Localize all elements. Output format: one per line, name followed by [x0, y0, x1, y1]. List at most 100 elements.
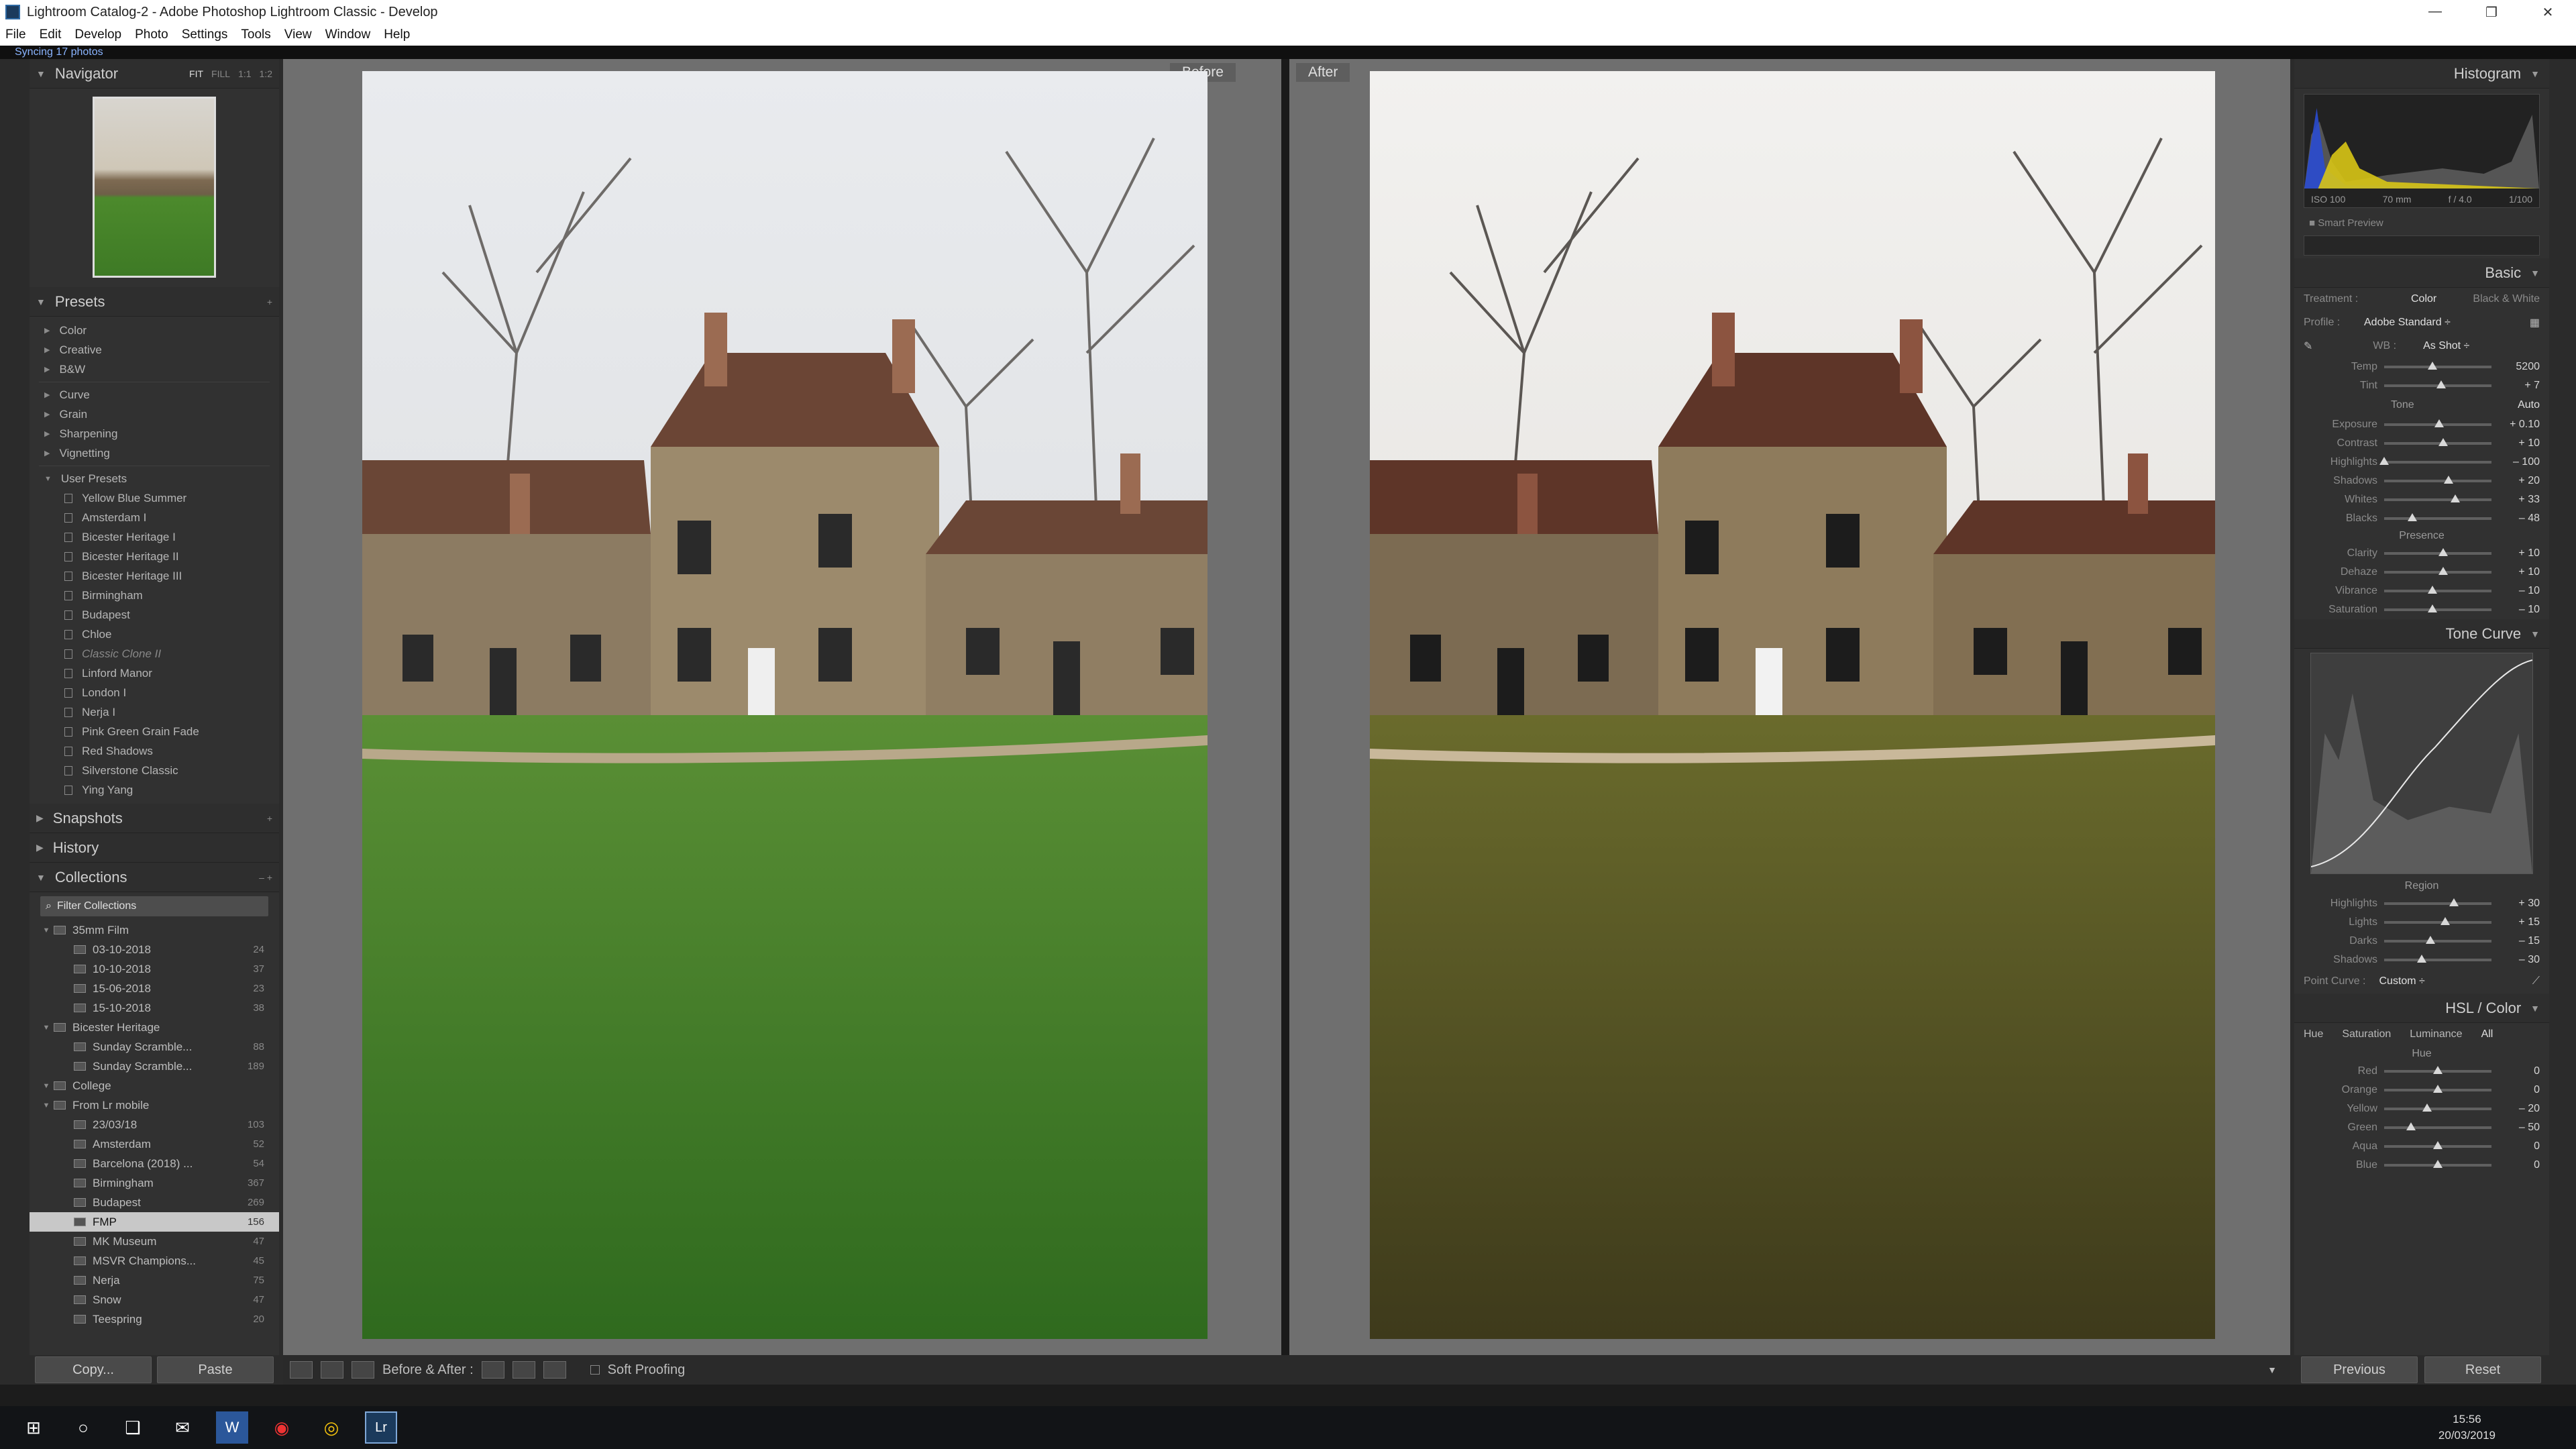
- preset-item[interactable]: Bicester Heritage II: [30, 547, 279, 566]
- collection-item[interactable]: 15-06-2018 23: [30, 979, 279, 998]
- collection-item[interactable]: Barcelona (2018) ... 54: [30, 1154, 279, 1173]
- preset-item[interactable]: Bicester Heritage III: [30, 566, 279, 586]
- slider-knob[interactable]: [2438, 548, 2448, 556]
- slider-red[interactable]: Red 0: [2294, 1062, 2549, 1081]
- hsl-header[interactable]: HSL / Color ▼: [2294, 994, 2549, 1023]
- slider-value[interactable]: 0: [2500, 1084, 2540, 1096]
- snapshots-header[interactable]: ▶ Snapshots +: [30, 804, 279, 833]
- slider-value[interactable]: – 50: [2500, 1122, 2540, 1134]
- slider-track[interactable]: [2384, 494, 2491, 502]
- filter-collections-input[interactable]: ⌕ Filter Collections: [40, 896, 268, 916]
- slider-value[interactable]: + 10: [2500, 566, 2540, 578]
- slider-highlights[interactable]: Highlights + 30: [2294, 894, 2549, 913]
- paste-button[interactable]: Paste: [157, 1356, 274, 1383]
- slider-yellow[interactable]: Yellow – 20: [2294, 1099, 2549, 1118]
- histogram-header[interactable]: Histogram ▼: [2294, 59, 2549, 89]
- slider-temp[interactable]: Temp 5200: [2294, 358, 2549, 376]
- slider-green[interactable]: Green – 50: [2294, 1118, 2549, 1137]
- acrobat-icon[interactable]: ◉: [266, 1411, 298, 1444]
- collection-item[interactable]: ▼ College: [30, 1076, 279, 1095]
- slider-tint[interactable]: Tint + 7: [2294, 376, 2549, 395]
- slider-knob[interactable]: [2417, 955, 2426, 963]
- slider-value[interactable]: + 15: [2500, 916, 2540, 928]
- slider-blue[interactable]: Blue 0: [2294, 1156, 2549, 1175]
- slider-shadows[interactable]: Shadows – 30: [2294, 951, 2549, 969]
- slider-dehaze[interactable]: Dehaze + 10: [2294, 563, 2549, 582]
- slider-knob[interactable]: [2449, 898, 2459, 906]
- slider-track[interactable]: [2384, 1160, 2491, 1168]
- preset-item[interactable]: Nerja I: [30, 702, 279, 722]
- minimize-button[interactable]: —: [2407, 4, 2463, 21]
- preset-group[interactable]: ▶ B&W: [30, 360, 279, 379]
- collection-item[interactable]: Birmingham 367: [30, 1173, 279, 1193]
- collection-item[interactable]: ▼ From Lr mobile: [30, 1095, 279, 1115]
- point-curve-dropdown[interactable]: Custom ÷: [2379, 975, 2424, 987]
- copy-after-to-before-icon[interactable]: [512, 1361, 535, 1379]
- tool-strip[interactable]: [2304, 235, 2540, 256]
- slider-value[interactable]: + 10: [2500, 437, 2540, 449]
- slider-value[interactable]: 0: [2500, 1159, 2540, 1171]
- slider-lights[interactable]: Lights + 15: [2294, 913, 2549, 932]
- slider-knob[interactable]: [2438, 438, 2448, 446]
- collection-item[interactable]: Amsterdam 52: [30, 1134, 279, 1154]
- slider-knob[interactable]: [2428, 362, 2437, 370]
- add-preset-icon[interactable]: +: [267, 297, 272, 307]
- slider-track[interactable]: [2384, 513, 2491, 521]
- slider-knob[interactable]: [2428, 586, 2437, 594]
- collection-item[interactable]: 10-10-2018 37: [30, 959, 279, 979]
- slider-value[interactable]: 0: [2500, 1140, 2540, 1152]
- slider-value[interactable]: + 7: [2500, 380, 2540, 392]
- collection-item[interactable]: Sunday Scramble... 88: [30, 1037, 279, 1057]
- add-snapshot-icon[interactable]: +: [267, 813, 272, 824]
- histogram-graph[interactable]: ISO 100 70 mm f / 4.0 1/100: [2304, 94, 2540, 208]
- slider-knob[interactable]: [2433, 1085, 2443, 1093]
- zoom-1-1[interactable]: 1:1: [238, 68, 251, 79]
- basic-header[interactable]: Basic ▼: [2294, 258, 2549, 288]
- zoom-fit[interactable]: FIT: [189, 68, 203, 79]
- search-icon[interactable]: ○: [67, 1411, 99, 1444]
- task-view-icon[interactable]: ❑: [117, 1411, 149, 1444]
- collection-item[interactable]: Nerja 75: [30, 1271, 279, 1290]
- menu-file[interactable]: File: [5, 28, 26, 42]
- preset-item[interactable]: Birmingham: [30, 586, 279, 605]
- slider-track[interactable]: [2384, 1066, 2491, 1074]
- word-icon[interactable]: W: [216, 1411, 248, 1444]
- copy-before-to-after-icon[interactable]: [481, 1361, 504, 1379]
- preset-group[interactable]: ▶ Creative: [30, 340, 279, 360]
- close-button[interactable]: ✕: [2520, 4, 2576, 21]
- history-header[interactable]: ▶ History: [30, 833, 279, 863]
- soft-proofing-checkbox[interactable]: [590, 1365, 600, 1375]
- slider-knob[interactable]: [2406, 1122, 2416, 1130]
- collection-item[interactable]: 23/03/18 103: [30, 1115, 279, 1134]
- add-collection-icon[interactable]: – +: [259, 872, 272, 883]
- slider-knob[interactable]: [2440, 917, 2451, 925]
- preset-item[interactable]: Silverstone Classic: [30, 761, 279, 780]
- slider-track[interactable]: [2384, 1104, 2491, 1112]
- preset-item[interactable]: Yellow Blue Summer: [30, 488, 279, 508]
- navigator-header[interactable]: ▼ Navigator FIT FILL 1:1 1:2: [30, 59, 279, 89]
- preset-item[interactable]: Chloe: [30, 625, 279, 644]
- slider-track[interactable]: [2384, 476, 2491, 484]
- slider-track[interactable]: [2384, 604, 2491, 612]
- menu-tools[interactable]: Tools: [241, 28, 270, 42]
- treatment-color[interactable]: Color: [2411, 293, 2436, 305]
- slider-value[interactable]: + 33: [2500, 494, 2540, 506]
- hsl-tab-hue[interactable]: Hue: [2304, 1028, 2323, 1040]
- slider-value[interactable]: – 20: [2500, 1103, 2540, 1115]
- menu-edit[interactable]: Edit: [40, 28, 62, 42]
- chrome-icon[interactable]: ◎: [315, 1411, 347, 1444]
- slider-clarity[interactable]: Clarity + 10: [2294, 544, 2549, 563]
- slider-shadows[interactable]: Shadows + 20: [2294, 472, 2549, 490]
- slider-knob[interactable]: [2422, 1104, 2432, 1112]
- navigator-preview[interactable]: [93, 97, 216, 278]
- slider-knob[interactable]: [2379, 457, 2389, 465]
- zoom-1-2[interactable]: 1:2: [260, 68, 272, 79]
- slider-knob[interactable]: [2433, 1160, 2443, 1168]
- collection-item[interactable]: Sunday Scramble... 189: [30, 1057, 279, 1076]
- before-after-split-icon[interactable]: [352, 1361, 374, 1379]
- preset-group[interactable]: ▶ Curve: [30, 385, 279, 405]
- profile-dropdown[interactable]: Adobe Standard ÷: [2364, 317, 2451, 329]
- slider-value[interactable]: 0: [2500, 1065, 2540, 1077]
- slider-vibrance[interactable]: Vibrance – 10: [2294, 582, 2549, 600]
- slider-blacks[interactable]: Blacks – 48: [2294, 509, 2549, 528]
